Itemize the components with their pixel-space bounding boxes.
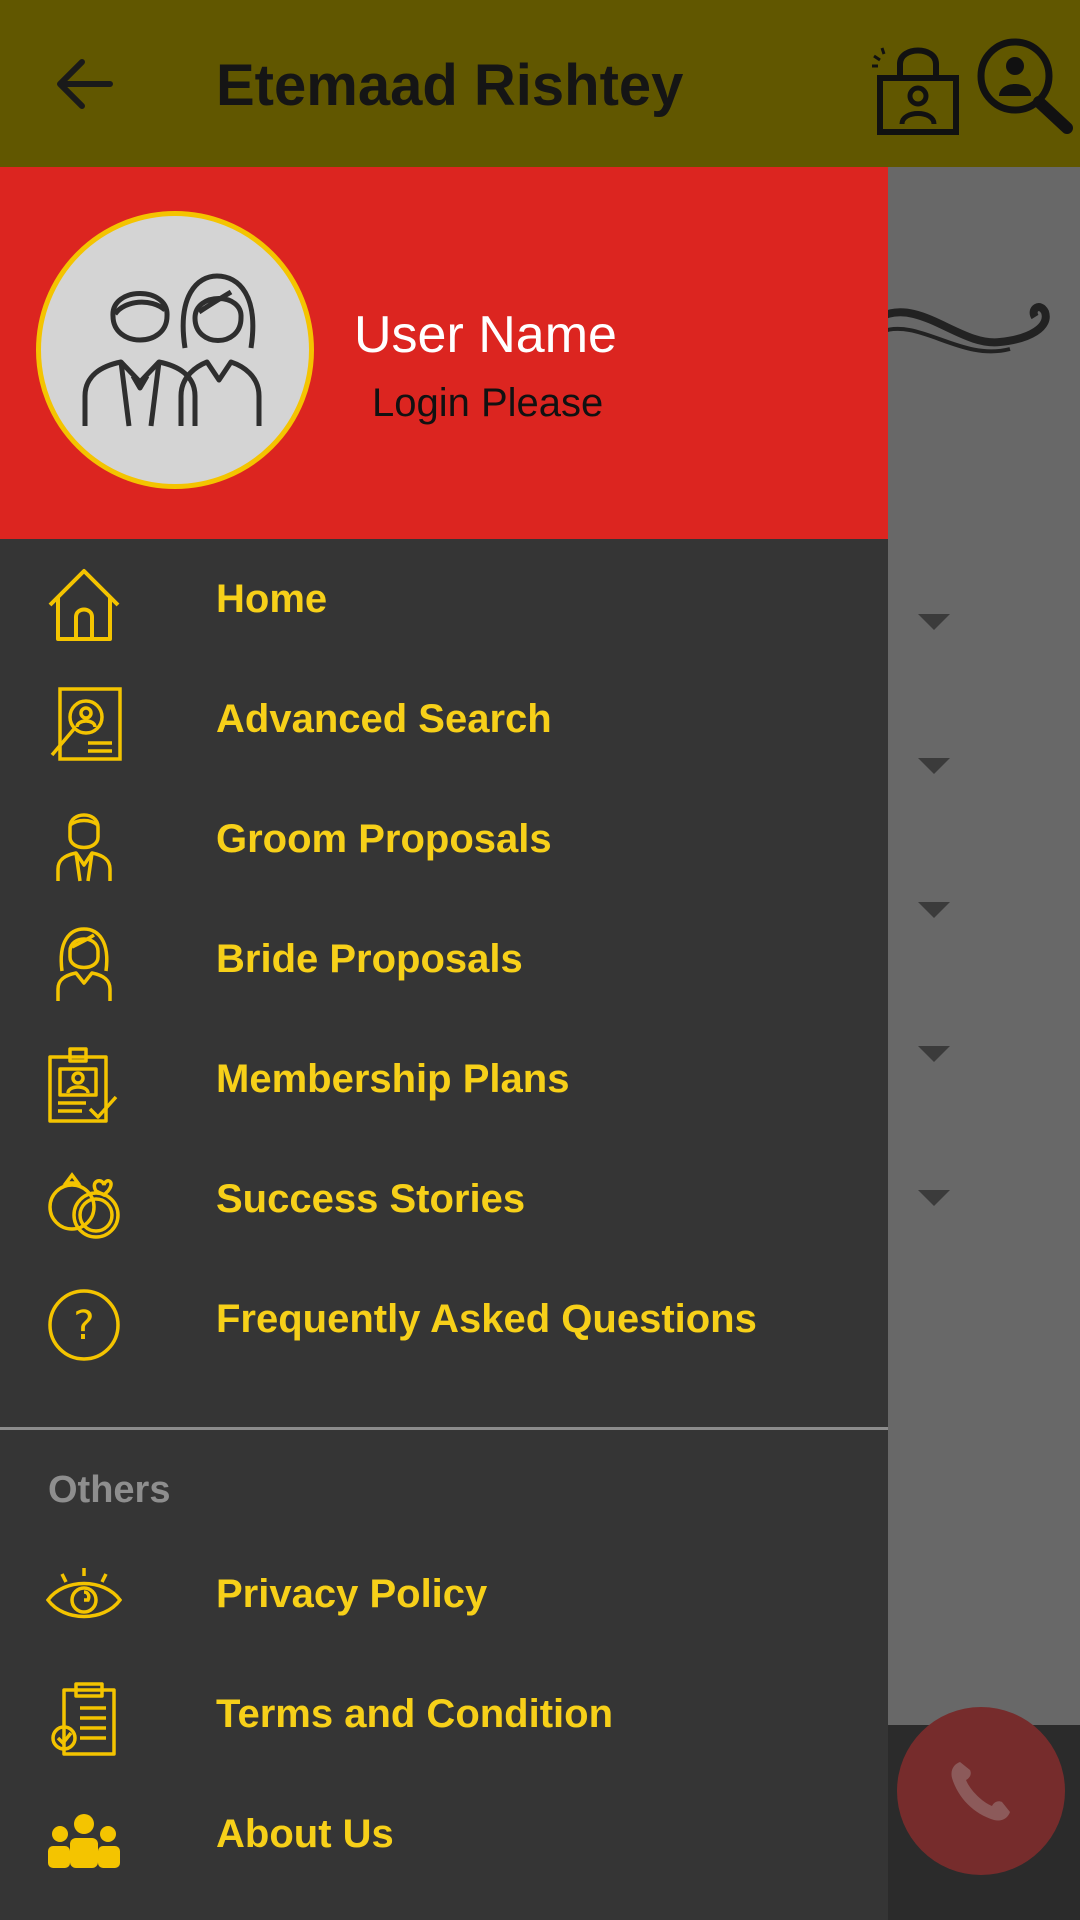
menu-item-label: Terms and Condition bbox=[216, 1692, 614, 1736]
arrow-left-icon[interactable] bbox=[50, 50, 120, 120]
dropdown-caret[interactable] bbox=[918, 614, 950, 630]
menu-item-advanced-search[interactable]: Advanced Search bbox=[0, 659, 888, 779]
user-search-icon[interactable] bbox=[975, 36, 1075, 136]
call-fab[interactable] bbox=[897, 1707, 1065, 1875]
question-circle-icon: ? bbox=[48, 1289, 120, 1361]
app-toolbar: Etemaad Rishtey bbox=[0, 0, 1080, 167]
phone-icon bbox=[951, 1762, 1010, 1821]
menu-item-membership-plans[interactable]: Membership Plans bbox=[0, 1019, 888, 1139]
groom-icon bbox=[56, 813, 112, 882]
menu-item-label: Advanced Search bbox=[216, 697, 552, 741]
dropdown-caret[interactable] bbox=[918, 902, 950, 918]
dropdown-caret[interactable] bbox=[918, 1190, 950, 1206]
menu-item-label: Groom Proposals bbox=[216, 817, 552, 861]
menu-item-label: Membership Plans bbox=[216, 1057, 570, 1101]
menu-item-label: Success Stories bbox=[216, 1177, 526, 1221]
membership-card-icon bbox=[48, 1047, 118, 1123]
lock-user-icon[interactable] bbox=[868, 36, 968, 136]
drawer-header: User Name Login Please bbox=[0, 167, 888, 539]
dropdown-caret[interactable] bbox=[918, 1046, 950, 1062]
couple-avatar-icon[interactable] bbox=[36, 211, 314, 489]
menu-item-home[interactable]: Home bbox=[0, 539, 888, 659]
home-icon bbox=[48, 569, 120, 641]
menu-item-label: Frequently Asked Questions bbox=[216, 1297, 757, 1341]
clipboard-check-icon bbox=[51, 1682, 116, 1756]
profile-search-icon bbox=[50, 687, 122, 761]
menu-item-label: Home bbox=[216, 577, 328, 621]
menu-divider bbox=[0, 1427, 888, 1430]
menu-item-about-us[interactable]: About Us bbox=[0, 1774, 888, 1894]
menu-item-privacy-policy[interactable]: Privacy Policy bbox=[0, 1534, 888, 1654]
rings-icon bbox=[48, 1172, 120, 1239]
menu-item-success-stories[interactable]: Success Stories bbox=[0, 1139, 888, 1259]
user-name: User Name bbox=[354, 306, 617, 364]
section-header-others: Others bbox=[48, 1469, 171, 1511]
decorative-swirl bbox=[880, 303, 1050, 354]
menu-item-bride-proposals[interactable]: Bride Proposals bbox=[0, 899, 888, 1019]
navigation-drawer: User Name Login Please Home Advanced Sea… bbox=[0, 167, 888, 1920]
eye-icon bbox=[46, 1568, 122, 1619]
menu-item-label: Privacy Policy bbox=[216, 1572, 488, 1616]
team-icon bbox=[48, 1814, 120, 1868]
dropdown-caret[interactable] bbox=[918, 758, 950, 774]
menu-item-label: Bride Proposals bbox=[216, 937, 523, 981]
menu-item-faq[interactable]: ? Frequently Asked Questions bbox=[0, 1259, 888, 1379]
svg-text:?: ? bbox=[73, 1303, 94, 1349]
menu-item-terms[interactable]: Terms and Condition bbox=[0, 1654, 888, 1774]
menu-item-groom-proposals[interactable]: Groom Proposals bbox=[0, 779, 888, 899]
app-title: Etemaad Rishtey bbox=[216, 53, 684, 118]
bride-icon bbox=[56, 927, 112, 1001]
menu-item-label: About Us bbox=[216, 1812, 394, 1856]
login-prompt[interactable]: Login Please bbox=[372, 381, 603, 426]
